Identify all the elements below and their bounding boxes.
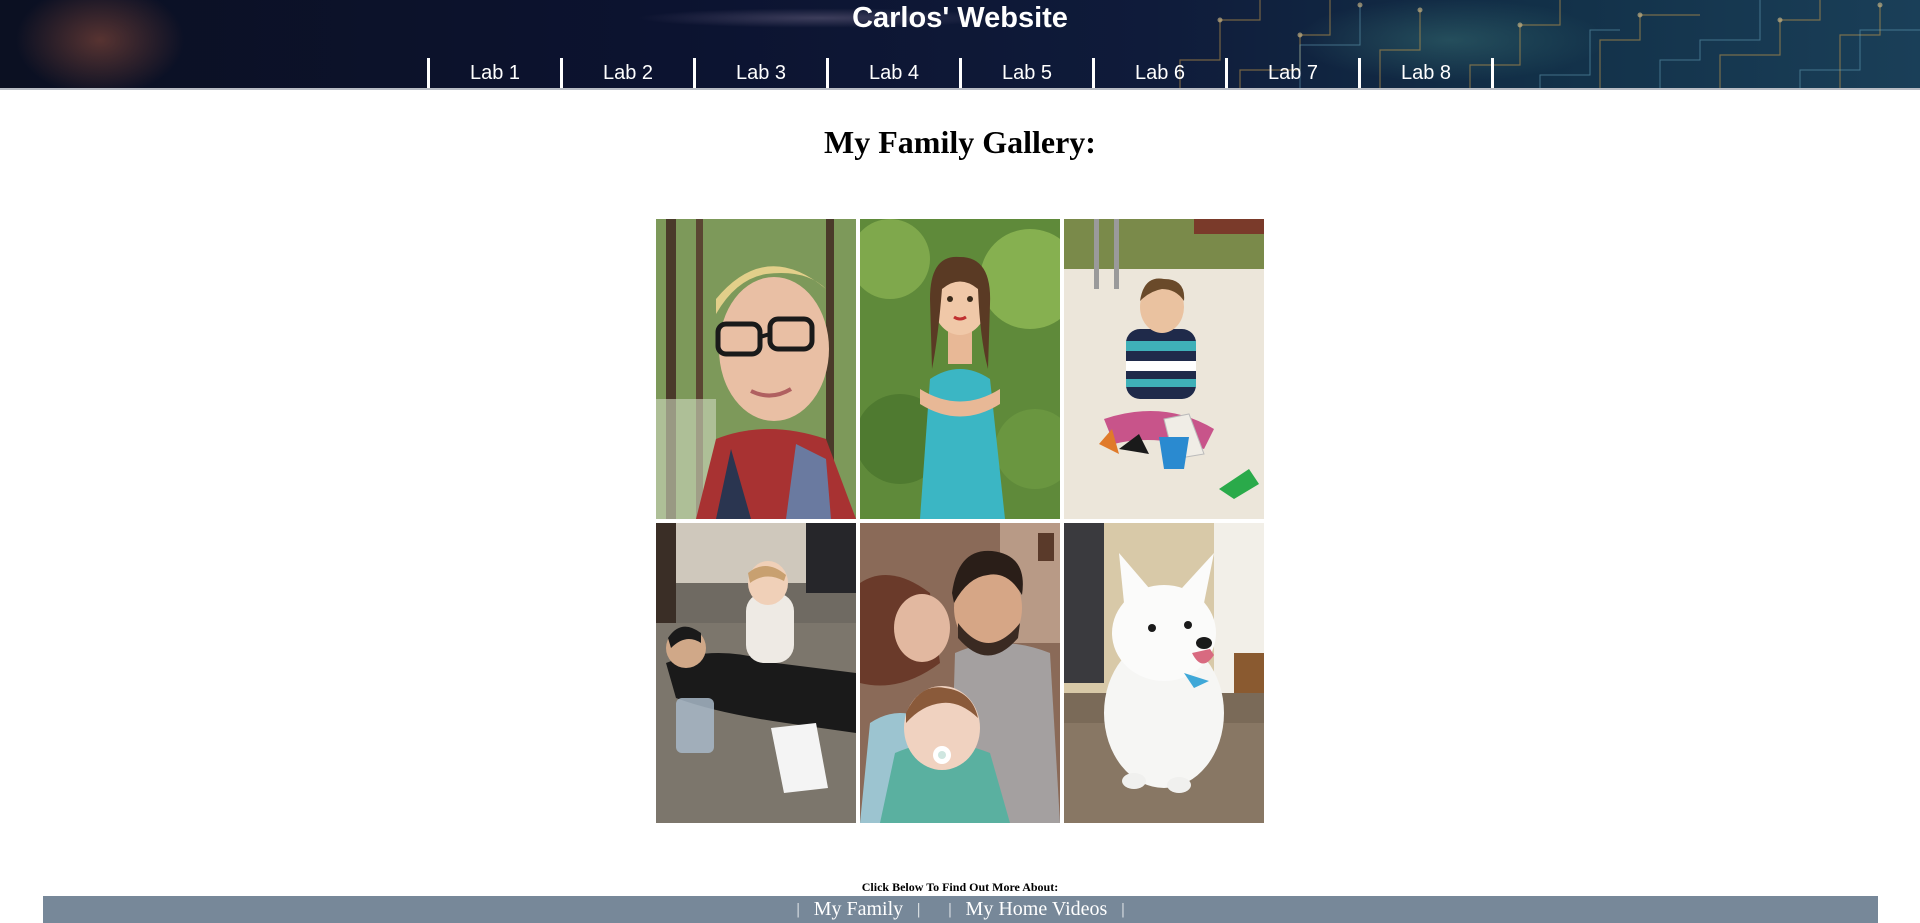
- footer-bar: | My Family | | My Home Videos |: [43, 896, 1878, 923]
- nav-item-lab-5[interactable]: Lab 5: [962, 58, 1095, 88]
- nav-item-lab-2[interactable]: Lab 2: [563, 58, 696, 88]
- header-divider: [0, 88, 1920, 90]
- footer-separator: |: [917, 900, 921, 918]
- nav-item-lab-3[interactable]: Lab 3: [696, 58, 829, 88]
- footer-link-my-home-videos[interactable]: My Home Videos: [966, 898, 1108, 921]
- nav-item-lab-7[interactable]: Lab 7: [1228, 58, 1361, 88]
- photo-boy-sandbox[interactable]: [1064, 219, 1264, 519]
- nav-item-lab-8[interactable]: Lab 8: [1361, 58, 1494, 88]
- photo-white-dog[interactable]: [1064, 523, 1264, 823]
- photo-gallery: [656, 219, 1264, 823]
- photo-man-with-baby[interactable]: [656, 523, 856, 823]
- photo-family-kiss[interactable]: [860, 523, 1060, 823]
- footer-link-my-family[interactable]: My Family: [814, 898, 903, 921]
- photo-woman-glasses[interactable]: [656, 219, 856, 519]
- page: Carlos' Website Lab 1 Lab 2 Lab 3 Lab 4 …: [0, 0, 1920, 923]
- nav-item-lab-6[interactable]: Lab 6: [1095, 58, 1228, 88]
- site-header: Carlos' Website Lab 1 Lab 2 Lab 3 Lab 4 …: [0, 0, 1920, 90]
- site-title: Carlos' Website: [852, 2, 1068, 34]
- nav-item-lab-1[interactable]: Lab 1: [430, 58, 563, 88]
- gallery-title: My Family Gallery:: [824, 124, 1096, 160]
- nav-item-lab-4[interactable]: Lab 4: [829, 58, 962, 88]
- footer-separator: |: [948, 900, 952, 918]
- lab-nav: Lab 1 Lab 2 Lab 3 Lab 4 Lab 5 Lab 6 Lab …: [427, 58, 1494, 88]
- footer-links: | My Family | | My Home Videos |: [43, 896, 1878, 923]
- footer-prompt: Click Below To Find Out More About:: [861, 880, 1059, 894]
- footer-separator: |: [796, 900, 800, 918]
- photo-girl-blue-dress[interactable]: [860, 219, 1060, 519]
- footer-separator: |: [1121, 900, 1125, 918]
